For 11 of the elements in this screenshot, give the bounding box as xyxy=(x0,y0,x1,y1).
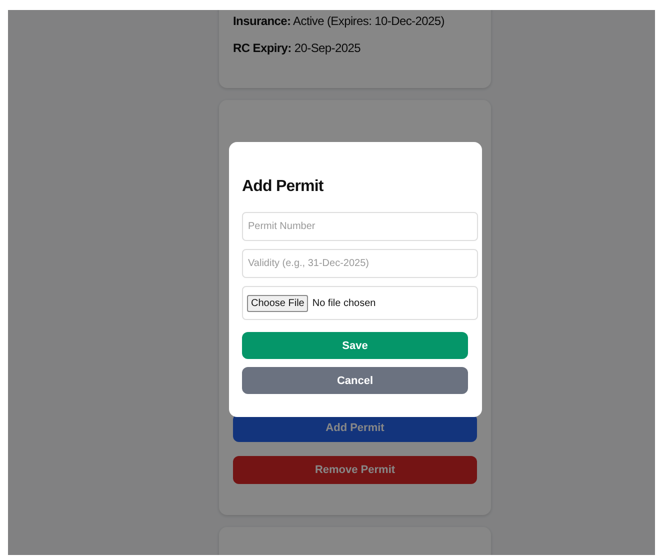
input-field[interactable]: Permit Number xyxy=(242,212,478,241)
input-field[interactable]: Validity (e.g., 31-Dec-2025) xyxy=(242,249,478,278)
file-input-field[interactable]: Choose File No file chosen xyxy=(242,286,478,320)
dialog-button[interactable]: Cancel xyxy=(242,367,468,394)
dialog-title: Add Permit xyxy=(242,178,324,196)
choose-file-button[interactable]: Choose File xyxy=(247,294,308,312)
detail-text: RC Expiry: 20-Sep-2025 xyxy=(233,41,362,55)
detail-text: Insurance: Active (Expires: 10-Dec-2025) xyxy=(233,14,446,28)
dialog-button[interactable]: Save xyxy=(242,332,468,359)
permit-button[interactable]: Remove Permit xyxy=(233,456,477,484)
file-status-text: No file chosen xyxy=(312,298,376,308)
